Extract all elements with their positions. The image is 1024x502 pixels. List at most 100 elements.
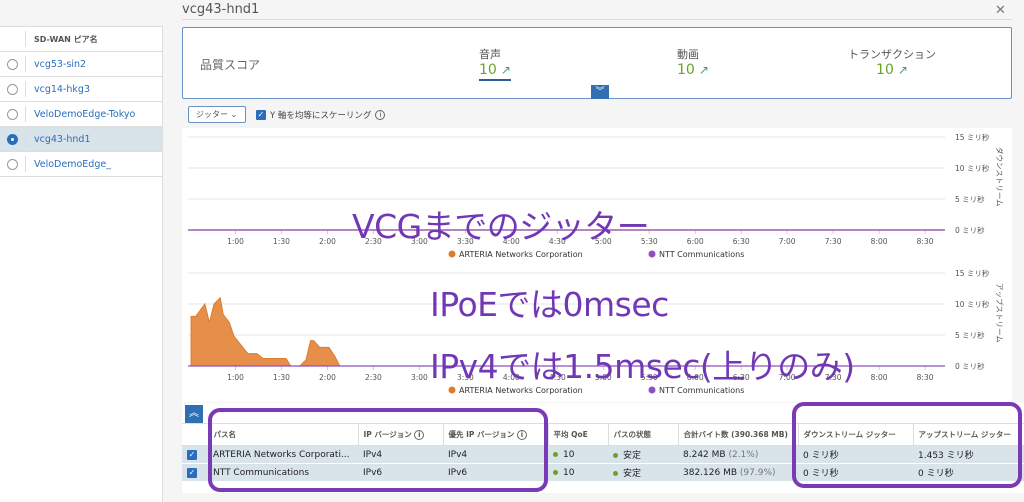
peer-list-header: SD-WAN ピア名	[0, 26, 162, 52]
y-tick-label: 10 ミリ秒	[955, 163, 990, 173]
y-tick-label: 15 ミリ秒	[955, 132, 990, 142]
radio-button[interactable]	[7, 133, 18, 145]
col-path-state[interactable]: パスの状態	[607, 423, 678, 446]
avg-qoe: 10	[548, 445, 608, 464]
x-tick-label: 4:00	[503, 237, 520, 246]
path-state: 安定	[608, 463, 678, 482]
col-total-bytes[interactable]: 合計バイト数 (390.368 MB)	[677, 423, 798, 446]
x-tick-label: 2:30	[365, 237, 382, 246]
peer-name: vcg14-hkg3	[34, 83, 90, 95]
radio-button[interactable]	[7, 108, 18, 120]
ip-version: IPv6	[358, 463, 443, 482]
peer-list: SD-WAN ピア名 vcg53-sin2 vcg14-hkg3 VeloDemoE…	[0, 26, 163, 502]
x-tick-label: 1:30	[273, 237, 290, 246]
x-tick-label: 7:00	[779, 373, 796, 382]
peer-row[interactable]: VeloDemoEdge-Tokyo	[0, 102, 162, 127]
x-tick-label: 2:30	[365, 373, 382, 382]
peer-name: VeloDemoEdge-Tokyo	[34, 108, 136, 120]
scale-y-axis-checkbox[interactable]: ✓	[256, 109, 266, 120]
radio-button[interactable]	[7, 158, 18, 170]
info-icon[interactable]: i	[375, 109, 386, 120]
x-tick-label: 3:00	[411, 237, 428, 246]
peer-row[interactable]: vcg53-sin2	[0, 52, 162, 77]
collapse-chevron-double-up-icon[interactable]: ︽	[185, 405, 203, 423]
y-axis-label: ダウンストリーム	[995, 147, 1005, 207]
legend-label: ARTERIA Networks Corporation	[459, 250, 583, 259]
avg-qoe: 10	[548, 463, 608, 482]
table-row[interactable]: ✓ NTT Communications IPv6 IPv6 10 安定 382…	[182, 463, 1024, 482]
divider	[182, 19, 1012, 20]
upstream-jitter: 0 ミリ秒	[913, 463, 1024, 482]
y-tick-label: 10 ミリ秒	[955, 299, 990, 309]
score-value: 10	[479, 62, 497, 78]
jitter-charts: 0 ミリ秒 5 ミリ秒 10 ミリ秒 15 ミリ秒 1:00 1:30 2:00 2:30 3:…	[182, 128, 1012, 402]
table-row[interactable]: ✓ ARTERIA Networks Corporati... IPv4 IPv…	[182, 445, 1024, 464]
col-label: 優先 IP バージョン	[448, 430, 515, 439]
metric-dropdown[interactable]: ジッター ⌄	[188, 106, 246, 123]
x-tick-label: 3:30	[457, 237, 474, 246]
legend-label: NTT Communications	[659, 386, 744, 395]
page-title: vcg43-hnd1	[182, 2, 260, 17]
downstream-jitter: 0 ミリ秒	[798, 463, 913, 482]
y-tick-label: 5 ミリ秒	[955, 330, 985, 340]
y-tick-label: 15 ミリ秒	[955, 268, 990, 278]
x-tick-label: 1:00	[227, 237, 244, 246]
row-checkbox[interactable]: ✓	[187, 467, 197, 478]
peer-name: vcg43-hnd1	[34, 133, 91, 145]
legend-label: ARTERIA Networks Corporation	[459, 386, 583, 395]
peer-row[interactable]: vcg14-hkg3	[0, 77, 162, 102]
score-transaction[interactable]: トランザクション 10 ↗	[848, 46, 936, 78]
y-tick-label: 0 ミリ秒	[955, 225, 985, 235]
col-avg-qoe[interactable]: 平均 QoE	[547, 423, 608, 446]
col-down-jitter[interactable]: ダウンストリーム ジッター	[797, 423, 913, 446]
jitter-charts-svg: 0 ミリ秒 5 ミリ秒 10 ミリ秒 15 ミリ秒 1:00 1:30 2:00 2:30 3:…	[188, 132, 1005, 395]
x-tick-label: 2:00	[319, 237, 336, 246]
info-icon[interactable]: i	[414, 430, 425, 440]
legend-marker	[648, 250, 656, 258]
y-tick-label: 5 ミリ秒	[955, 194, 985, 204]
score-label: トランザクション	[848, 48, 936, 61]
x-tick-label: 3:30	[457, 373, 474, 382]
trend-up-icon: ↗	[500, 63, 511, 77]
path-state: 安定	[608, 445, 678, 464]
x-tick-label: 6:30	[733, 373, 750, 382]
series-area	[190, 296, 945, 367]
info-icon[interactable]: i	[516, 430, 527, 440]
downstream-jitter: 0 ミリ秒	[798, 445, 913, 464]
x-tick-label: 5:00	[595, 373, 612, 382]
preferred-ip-version: IPv4	[443, 445, 548, 464]
y-axis-label: アップストリーム	[995, 283, 1004, 343]
close-icon[interactable]: ✕	[995, 3, 1006, 18]
col-preferred-ip[interactable]: 優先 IP バージョン i	[442, 423, 548, 446]
col-path-name[interactable]: パス名	[207, 423, 358, 446]
radio-button[interactable]	[7, 58, 18, 70]
x-tick-label: 5:00	[595, 237, 612, 246]
x-tick-label: 8:30	[917, 373, 934, 382]
path-name: ARTERIA Networks Corporati...	[208, 445, 358, 464]
row-checkbox[interactable]: ✓	[187, 449, 197, 460]
bytes-percent: (97.9%)	[739, 467, 776, 478]
radio-button[interactable]	[7, 83, 18, 95]
expand-chevron-double-down-icon[interactable]: ︾	[591, 85, 609, 99]
quality-score-label: 品質スコア	[200, 58, 261, 72]
col-ip-version[interactable]: IP バージョン i	[357, 423, 443, 446]
score-label: 音声	[479, 48, 501, 61]
bytes-percent: (2.1%)	[728, 449, 759, 460]
col-up-jitter[interactable]: アップストリーム ジッター	[912, 423, 1024, 446]
x-tick-label: 8:30	[917, 237, 934, 246]
x-tick-label: 7:00	[779, 237, 796, 246]
peer-name: vcg53-sin2	[34, 58, 87, 70]
preferred-ip-version: IPv6	[443, 463, 548, 482]
total-bytes: 8.242 MB (2.1%)	[678, 445, 798, 464]
score-voice[interactable]: 音声 10 ↗	[479, 46, 511, 81]
peer-row[interactable]: vcg43-hnd1	[0, 127, 162, 152]
peer-name: VeloDemoEdge_	[34, 158, 111, 170]
y-tick-label: 0 ミリ秒	[955, 361, 985, 371]
upstream-jitter: 1.453 ミリ秒	[913, 445, 1024, 464]
col-label: IP バージョン	[363, 430, 412, 439]
score-video[interactable]: 動画 10 ↗	[677, 46, 709, 78]
peer-row[interactable]: VeloDemoEdge_	[0, 152, 162, 177]
legend-label: NTT Communications	[659, 250, 744, 259]
state-value: 安定	[623, 451, 642, 461]
score-value: 10	[876, 62, 894, 78]
